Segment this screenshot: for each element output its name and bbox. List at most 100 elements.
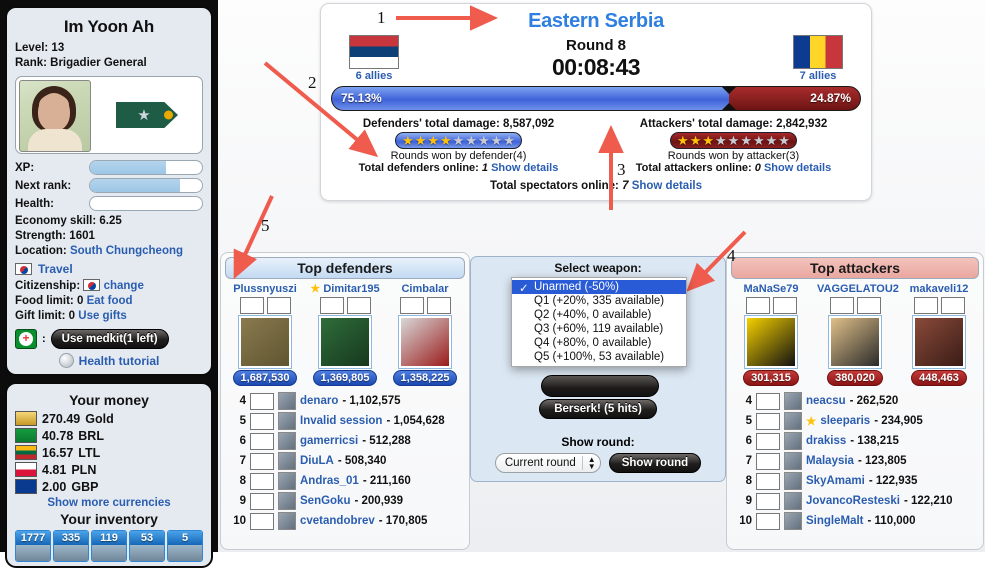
player-avatar[interactable] bbox=[278, 512, 296, 530]
weapon-option[interactable]: Q3 (+60%, 119 available) bbox=[512, 322, 686, 336]
podium-damage: 1,358,225 bbox=[392, 370, 458, 386]
player-name-link[interactable]: SkyAmami bbox=[806, 475, 865, 487]
show-more-currencies-link[interactable]: Show more currencies bbox=[47, 497, 170, 509]
inventory-count: 1777 bbox=[16, 531, 50, 545]
player-name-link[interactable]: drakiss bbox=[806, 435, 846, 447]
star-icon: ★ bbox=[490, 133, 503, 148]
weapon-option[interactable]: Unarmed (-50%) bbox=[512, 280, 686, 295]
list-item: 6 drakiss - 138,215 bbox=[731, 431, 979, 451]
show-more-currencies-row[interactable]: Show more currencies bbox=[15, 497, 203, 509]
use-medkit-button[interactable]: Use medkit(1 left) bbox=[50, 329, 169, 349]
player-avatar[interactable] bbox=[278, 392, 296, 410]
player-name-link[interactable]: neacsu bbox=[806, 395, 846, 407]
show-round-button[interactable]: Show round bbox=[608, 453, 702, 473]
player-name-link[interactable]: cvetandobrev bbox=[300, 515, 375, 527]
player-name-link[interactable]: denaro bbox=[300, 395, 338, 407]
travel-row[interactable]: Travel bbox=[15, 262, 203, 276]
avatar[interactable] bbox=[19, 80, 91, 152]
player-avatar[interactable] bbox=[784, 412, 802, 430]
player-avatar[interactable] bbox=[784, 512, 802, 530]
player-avatar[interactable] bbox=[278, 432, 296, 450]
currency-code: PLN bbox=[71, 462, 97, 477]
defender-allies-link[interactable]: 6 allies bbox=[331, 70, 417, 82]
citizenship-change-link[interactable]: change bbox=[104, 280, 144, 292]
main-content: Eastern Serbia 6 allies Round 8 00:08:43… bbox=[218, 0, 985, 552]
player-name-link[interactable]: gamerricsi bbox=[300, 435, 358, 447]
player-avatar[interactable] bbox=[784, 492, 802, 510]
player-name-link[interactable]: Invalid session bbox=[300, 415, 382, 427]
inventory-item[interactable]: 53 bbox=[129, 530, 165, 562]
player-avatar[interactable] bbox=[278, 472, 296, 490]
fight-button[interactable] bbox=[541, 375, 659, 397]
podium-entry: Cimbalar 1,358,225 bbox=[387, 283, 463, 386]
player-avatar[interactable] bbox=[784, 472, 802, 490]
player-name-link[interactable]: SenGoku bbox=[300, 495, 350, 507]
rank-number: 5 bbox=[745, 415, 752, 427]
podium-avatar[interactable] bbox=[829, 316, 881, 368]
podium-entry: Plussnyuszi 1,687,530 bbox=[227, 283, 303, 386]
weapon-option[interactable]: Q4 (+80%, 0 available) bbox=[512, 336, 686, 350]
player-avatar[interactable] bbox=[784, 392, 802, 410]
weapon-option[interactable]: Q1 (+20%, 335 available) bbox=[512, 294, 686, 308]
podium-player-name[interactable]: Plussnyuszi bbox=[227, 283, 303, 295]
podium-player-name[interactable]: makaveli12 bbox=[901, 283, 977, 295]
military-unit-icon bbox=[856, 297, 881, 314]
health-tutorial-row[interactable]: Health tutorial bbox=[15, 353, 203, 368]
podium-avatar[interactable] bbox=[319, 316, 371, 368]
player-name-link[interactable]: sleeparis bbox=[820, 415, 870, 427]
podium-damage: 380,020 bbox=[827, 370, 883, 386]
attacker-allies-link[interactable]: 7 allies bbox=[775, 70, 861, 82]
podium-player-name[interactable]: MaNaSe79 bbox=[733, 283, 809, 295]
player-damage: - 123,805 bbox=[857, 455, 907, 467]
player-avatar[interactable] bbox=[278, 412, 296, 430]
inventory-item[interactable]: 119 bbox=[91, 530, 127, 562]
globe-icon bbox=[58, 353, 74, 368]
use-gifts-link[interactable]: Use gifts bbox=[78, 310, 127, 322]
inventory-item[interactable]: 1777 bbox=[15, 530, 51, 562]
defenders-show-details-link[interactable]: Show details bbox=[491, 162, 558, 174]
battle-region-title[interactable]: Eastern Serbia bbox=[331, 10, 861, 33]
economy-skill: Economy skill: 6.25 bbox=[15, 215, 122, 227]
podium-player-name[interactable]: ★ Dimitar195 bbox=[307, 283, 383, 295]
defenders-online-row: Total defenders online: 1 Show details bbox=[331, 162, 586, 174]
inventory-item[interactable]: 5 bbox=[167, 530, 203, 562]
rank-number: 6 bbox=[745, 435, 752, 447]
weapon-dropdown[interactable]: Unarmed (-50%)Q1 (+20%, 335 available)Q2… bbox=[511, 277, 687, 367]
berserk-button[interactable]: Berserk! (5 hits) bbox=[539, 399, 657, 419]
weapon-option[interactable]: Q2 (+40%, 0 available) bbox=[512, 308, 686, 322]
player-damage: - 138,215 bbox=[850, 435, 899, 447]
star-icon: ★ bbox=[427, 133, 440, 148]
player-avatar[interactable] bbox=[278, 492, 296, 510]
eat-food-link[interactable]: Eat food bbox=[87, 295, 133, 307]
player-avatar[interactable] bbox=[784, 432, 802, 450]
player-profile-panel: Im Yoon Ah Level: 13 Rank: Brigadier Gen… bbox=[5, 6, 213, 376]
player-name-link[interactable]: Andras_01 bbox=[300, 475, 359, 487]
spectators-show-details-link[interactable]: Show details bbox=[632, 180, 702, 192]
podium-avatar[interactable] bbox=[745, 316, 797, 368]
inventory-item[interactable]: 335 bbox=[53, 530, 89, 562]
player-avatar[interactable] bbox=[784, 452, 802, 470]
attackers-online-label: Total attackers online: bbox=[635, 162, 752, 174]
attackers-show-details-link[interactable]: Show details bbox=[764, 162, 831, 174]
citizenship-label: Citizenship: bbox=[15, 280, 81, 292]
star-icon: ★ bbox=[477, 133, 490, 148]
player-name-link[interactable]: SingleMalt bbox=[806, 515, 864, 527]
podium-avatar[interactable] bbox=[239, 316, 291, 368]
podium-player-name[interactable]: VAGGELATOU2 bbox=[817, 283, 899, 295]
health-tutorial-link[interactable]: Health tutorial bbox=[79, 354, 160, 368]
travel-link[interactable]: Travel bbox=[38, 262, 73, 276]
podium-avatar[interactable] bbox=[913, 316, 965, 368]
player-avatar[interactable] bbox=[278, 452, 296, 470]
player-name-link[interactable]: JovancoResteski bbox=[806, 495, 900, 507]
player-name-link[interactable]: Malaysia bbox=[806, 455, 854, 467]
location-link[interactable]: South Chungcheong bbox=[70, 245, 183, 257]
podium-entry: makaveli12 448,463 bbox=[901, 283, 977, 386]
podium-avatar[interactable] bbox=[399, 316, 451, 368]
round-select[interactable]: Current round ▲ ▼ bbox=[494, 453, 601, 473]
inventory-item-icon bbox=[92, 545, 126, 561]
podium-player-name[interactable]: Cimbalar bbox=[387, 283, 463, 295]
defenders-online-value: 1 bbox=[481, 162, 489, 174]
player-name-link[interactable]: DiuLA bbox=[300, 455, 334, 467]
weapon-option[interactable]: Q5 (+100%, 53 available) bbox=[512, 350, 686, 364]
top-defenders-header: Top defenders bbox=[225, 257, 465, 279]
